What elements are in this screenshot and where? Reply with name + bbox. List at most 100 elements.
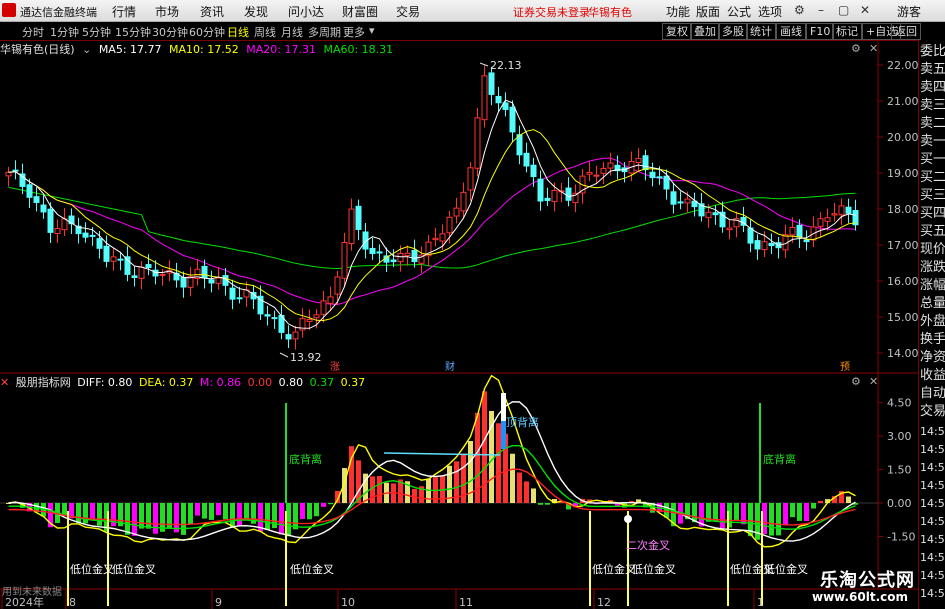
chevron-down-icon[interactable]: ▾ [369,24,375,37]
minimize-icon[interactable]: – [818,3,824,17]
value-3: 0.37 [309,376,335,389]
ma10-path [8,129,856,322]
btn-biaoji[interactable]: 标记 [832,23,862,40]
period-1min[interactable]: 1分钟 [50,24,79,40]
macd-close-icon[interactable]: ✕ [0,376,9,389]
candle-body [40,204,47,213]
menu-hangqing[interactable]: 行情 [112,3,136,20]
period-30min[interactable]: 30分钟 [152,24,188,40]
ma60-label: MA60: 18.31 [323,43,394,56]
menu-wenxiaoda[interactable]: 问小达 [288,3,324,20]
btn-huaxian[interactable]: 画线 [776,23,806,40]
candle-body [453,207,460,217]
sidebar-label: 换手 [920,332,945,347]
period-fenshi[interactable]: 分时 [22,24,44,40]
period-5min[interactable]: 5分钟 [82,24,111,40]
candle-body [96,238,103,249]
signal-golden-5: 低位金叉 [632,562,676,576]
sidebar-label: 卖二 [920,116,945,131]
menu-xuanxiang[interactable]: 选项 [758,3,782,20]
kline-chart[interactable]: 22.13 13.92 涨 财 预 22.00 21.00 20.00 19.00 18.00 1… [0,41,918,609]
macd-bar [195,503,200,516]
macd-panel: 4.503.001.500.00-1.50低位金叉低位金叉 低位金叉 低位金叉低位金… [0,374,915,606]
macd-bar [510,453,515,503]
macd-bar [531,488,536,503]
menu-banmian[interactable]: 版面 [696,3,720,20]
candle-body [754,240,761,250]
macd-bar [538,503,543,505]
close-icon[interactable]: ✕ [869,42,878,55]
candle-body [726,227,733,231]
macd-bar [811,503,816,509]
price-tick-label: 19.00 [887,167,918,180]
ma20-line [8,157,856,306]
btn-duogu[interactable]: 多股 [718,23,748,40]
candle-body [670,191,677,205]
candle-body [236,297,243,300]
btn-diejia[interactable]: 叠加 [690,23,720,40]
period-60min[interactable]: 60分钟 [189,24,225,40]
period-daily[interactable]: 日线 [227,24,249,40]
date-label: 11 [459,596,473,609]
macd-tick-label: 3.00 [887,430,912,443]
macd-bar [790,503,795,518]
price-tick-label: 18.00 [887,203,918,216]
close-icon[interactable]: ✕ [860,3,870,17]
btn-f10[interactable]: F10 [806,23,835,40]
period-15min[interactable]: 15分钟 [115,24,151,40]
login-notice[interactable]: 证券交易未登录 [513,4,590,20]
period-monthly[interactable]: 月线 [281,24,303,40]
menu-caifuquan[interactable]: 财富圈 [342,3,378,20]
candle-body [684,198,691,204]
candle-body [187,276,194,288]
restore-icon[interactable]: ▢ [838,3,849,17]
indicator-title: 殷朋指标网 [15,376,71,389]
sidebar-label: 买五 [920,224,945,239]
candle-body [390,259,397,263]
btn-fuquan[interactable]: 复权 [662,23,692,40]
sidebar-label: 买二 [920,170,945,185]
gear-icon[interactable]: ⚙ [851,42,861,55]
menu-bar: 通达信金融终端 行情 市场 资讯 发现 问小达 财富圈 交易 证券交易未登录 华… [0,0,945,22]
date-label: 8 [69,596,76,609]
candle-body [180,277,187,288]
value-4: 0.37 [340,376,366,389]
btn-back[interactable]: 返回 [891,23,921,40]
menu-zixun[interactable]: 资讯 [200,3,224,20]
ma5-path [8,99,856,329]
settings-icon[interactable]: ⚙ [794,3,805,17]
period-multi[interactable]: 多周期 [308,24,341,40]
macd-bar [328,503,333,505]
chevron-down-icon[interactable]: ⌄ [82,43,91,56]
signal-golden-7: 低位金叉 [764,562,808,576]
macd-bar [713,503,718,522]
menu-faxian[interactable]: 发现 [244,3,268,20]
btn-tongji[interactable]: 统计 [746,23,776,40]
period-weekly[interactable]: 周线 [254,24,276,40]
menu-shichang[interactable]: 市场 [155,3,179,20]
ma5-label: MA5: 17.77 [98,43,162,56]
close-icon[interactable]: ✕ [869,375,878,388]
event-mark-yu: 预 [840,361,850,373]
macd-bar [664,503,669,518]
tick-time: 14:56 [920,443,945,456]
macd-bar [216,503,221,516]
guest-label[interactable]: 游客 [897,3,921,20]
candle-body [369,247,376,255]
macd-bar [377,476,382,503]
gear-icon[interactable]: ⚙ [851,375,861,388]
macd-bar [244,503,249,520]
macd-bar [188,503,193,525]
candle-body [845,206,852,214]
menu-gongneng[interactable]: 功能 [666,3,690,20]
candle-body [89,234,96,237]
macd-bar [279,503,284,535]
menu-gongshi[interactable]: 公式 [727,3,751,20]
ma10-label: MA10: 17.52 [169,43,239,56]
candle-body [586,171,593,175]
menu-jiaoyi[interactable]: 交易 [396,3,420,20]
period-more[interactable]: 更多 [343,24,365,40]
candle-body [544,197,551,201]
candle-body [537,178,544,202]
sidebar-label: 交易 [920,404,945,419]
